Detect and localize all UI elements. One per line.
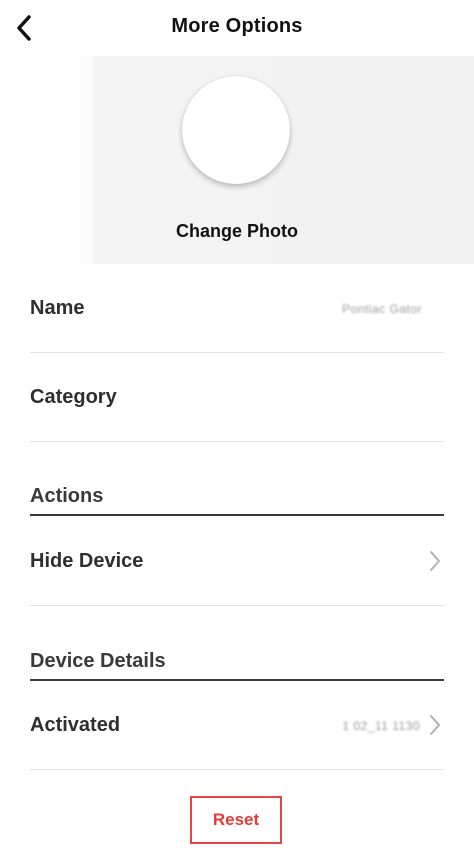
- device-details-section-title: Device Details: [30, 650, 166, 672]
- page-title: More Options: [171, 15, 303, 37]
- name-label: Name: [30, 297, 85, 319]
- device-details-section-header: Device Details: [30, 650, 444, 681]
- more-options-screen: More Options Change Photo Name Pontiac G…: [0, 0, 474, 853]
- category-label: Category: [30, 386, 117, 408]
- hide-device-label: Hide Device: [30, 550, 144, 572]
- header-bar: More Options: [0, 0, 474, 56]
- name-value: Pontiac Gator: [342, 302, 422, 316]
- chevron-right-icon: [430, 715, 440, 735]
- actions-section-title: Actions: [30, 485, 104, 507]
- device-photo-avatar[interactable]: [182, 76, 290, 184]
- activated-value: 1 02_11 1130: [342, 719, 420, 733]
- change-photo-button[interactable]: Change Photo: [0, 221, 474, 242]
- name-row[interactable]: Name Pontiac Gator: [30, 264, 444, 353]
- chevron-right-icon: [430, 551, 440, 571]
- reset-button[interactable]: Reset: [190, 796, 282, 844]
- category-row[interactable]: Category: [30, 353, 444, 442]
- activated-row[interactable]: Activated 1 02_11 1130: [30, 681, 444, 770]
- photo-section: Change Photo: [0, 56, 474, 264]
- hide-device-row[interactable]: Hide Device: [30, 517, 444, 606]
- actions-section-header: Actions: [30, 485, 444, 516]
- activated-label: Activated: [30, 714, 121, 736]
